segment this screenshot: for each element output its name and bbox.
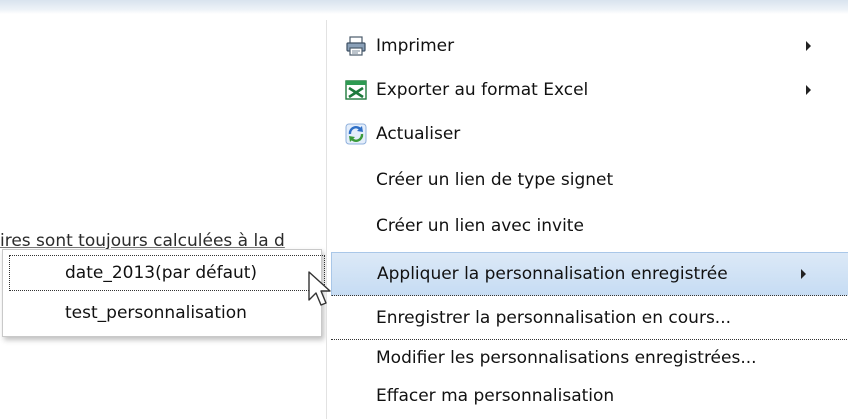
submenu-item-date-2013[interactable]: date_2013(par défaut) xyxy=(9,255,325,291)
menu-item-label: Appliquer la personnalisation enregistré… xyxy=(377,264,728,284)
menu-item-label: Effacer ma personnalisation xyxy=(376,386,615,406)
submenu-arrow-icon xyxy=(806,85,811,95)
menu-item-lien-signet[interactable]: Créer un lien de type signet xyxy=(339,158,847,202)
menu-item-label: Exporter au format Excel xyxy=(376,80,589,100)
menu-item-enregistrer-personnalisation[interactable]: Enregistrer la personnalisation en cours… xyxy=(331,296,848,340)
top-toolbar-strip xyxy=(0,0,848,14)
menu-item-label: Actualiser xyxy=(376,124,461,144)
submenu-item-label: test_personnalisation xyxy=(65,303,247,323)
submenu-item-label: date_2013(par défaut) xyxy=(65,263,258,283)
background-text: ires sont toujours calculées à la d xyxy=(0,231,285,251)
menu-item-exporter-excel[interactable]: Exporter au format Excel xyxy=(339,68,847,112)
excel-icon xyxy=(345,79,367,101)
menu-item-effacer-personnalisation[interactable]: Effacer ma personnalisation xyxy=(339,374,847,418)
menu-item-label: Enregistrer la personnalisation en cours… xyxy=(376,308,732,328)
context-menu: Imprimer Exporter au format Excel Actual… xyxy=(326,20,848,419)
refresh-icon xyxy=(345,123,367,145)
menu-item-label: Créer un lien de type signet xyxy=(376,170,614,190)
menu-item-actualiser[interactable]: Actualiser xyxy=(339,112,847,156)
submenu-item-test-personnalisation[interactable]: test_personnalisation xyxy=(9,295,325,331)
menu-item-label: Créer un lien avec invite xyxy=(376,216,584,236)
submenu-arrow-icon xyxy=(806,41,811,51)
mouse-cursor-icon xyxy=(308,271,331,306)
saved-customizations-submenu: date_2013(par défaut) test_personnalisat… xyxy=(2,249,325,337)
menu-item-label: Imprimer xyxy=(376,36,455,56)
menu-item-lien-invite[interactable]: Créer un lien avec invite xyxy=(339,204,847,248)
printer-icon xyxy=(345,35,367,57)
submenu-arrow-icon xyxy=(801,269,806,279)
menu-item-appliquer-personnalisation[interactable]: Appliquer la personnalisation enregistré… xyxy=(331,252,848,296)
menu-item-imprimer[interactable]: Imprimer xyxy=(339,24,847,68)
